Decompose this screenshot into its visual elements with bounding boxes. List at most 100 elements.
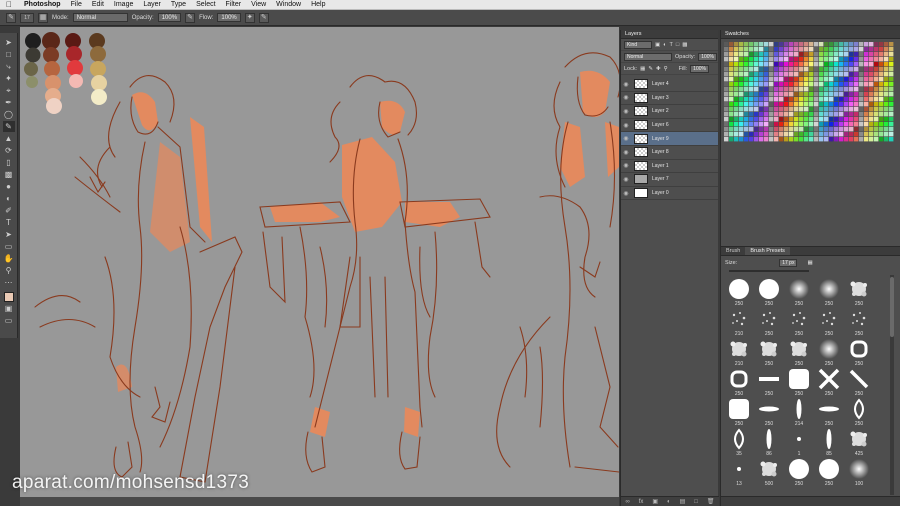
- swatch-cell[interactable]: [794, 87, 799, 92]
- swatch-cell[interactable]: [829, 92, 834, 97]
- swatch-cell[interactable]: [724, 67, 729, 72]
- swatch-cell[interactable]: [834, 77, 839, 82]
- layer-row[interactable]: ◉ Layer 3: [621, 92, 718, 106]
- history-brush-tool-icon[interactable]: ⟳: [3, 145, 15, 156]
- lock-pixels-icon[interactable]: ✎: [648, 66, 653, 72]
- swatch-cell[interactable]: [874, 42, 879, 47]
- swatch-cell[interactable]: [824, 77, 829, 82]
- swatch-cell[interactable]: [779, 97, 784, 102]
- swatch-cell[interactable]: [814, 87, 819, 92]
- swatch-cell[interactable]: [799, 42, 804, 47]
- swatch-cell[interactable]: [879, 102, 884, 107]
- swatch-cell[interactable]: [814, 102, 819, 107]
- swatch-cell[interactable]: [864, 107, 869, 112]
- swatch-cell[interactable]: [839, 42, 844, 47]
- swatch-cell[interactable]: [779, 107, 784, 112]
- swatch-cell[interactable]: [809, 122, 814, 127]
- swatch-cell[interactable]: [864, 67, 869, 72]
- swatch-cell[interactable]: [839, 117, 844, 122]
- swatch-cell[interactable]: [784, 52, 789, 57]
- swatch-cell[interactable]: [874, 117, 879, 122]
- swatch-cell[interactable]: [814, 47, 819, 52]
- swatch-cell[interactable]: [819, 47, 824, 52]
- swatch-cell[interactable]: [819, 62, 824, 67]
- swatch-cell[interactable]: [779, 117, 784, 122]
- swatch-cell[interactable]: [859, 82, 864, 87]
- swatch-cell[interactable]: [724, 72, 729, 77]
- swatch-cell[interactable]: [724, 132, 729, 137]
- swatch-cell[interactable]: [829, 117, 834, 122]
- swatch-cell[interactable]: [769, 132, 774, 137]
- swatch-cell[interactable]: [789, 97, 794, 102]
- swatch-cell[interactable]: [729, 137, 734, 142]
- link-layers-icon[interactable]: ∞: [625, 499, 629, 505]
- swatch-cell[interactable]: [819, 137, 824, 142]
- swatch-cell[interactable]: [734, 52, 739, 57]
- brush-preset[interactable]: 425: [845, 427, 873, 457]
- brush-preset[interactable]: 86: [755, 427, 783, 457]
- swatch-cell[interactable]: [724, 62, 729, 67]
- swatch-cell[interactable]: [889, 117, 894, 122]
- swatch-cell[interactable]: [864, 72, 869, 77]
- menu-layer[interactable]: Layer: [143, 1, 161, 8]
- swatch-cell[interactable]: [779, 52, 784, 57]
- swatch-cell[interactable]: [739, 107, 744, 112]
- swatch-cell[interactable]: [764, 47, 769, 52]
- swatch-cell[interactable]: [799, 112, 804, 117]
- swatch-cell[interactable]: [729, 67, 734, 72]
- swatch-cell[interactable]: [749, 102, 754, 107]
- brush-preset[interactable]: 250: [755, 337, 783, 367]
- swatch-cell[interactable]: [844, 82, 849, 87]
- swatch-cell[interactable]: [839, 132, 844, 137]
- swatch-cell[interactable]: [784, 137, 789, 142]
- swatch-cell[interactable]: [744, 92, 749, 97]
- swatch-cell[interactable]: [794, 42, 799, 47]
- swatch-cell[interactable]: [814, 117, 819, 122]
- layer-row[interactable]: ◉ Layer 4: [621, 78, 718, 92]
- swatch-cell[interactable]: [814, 122, 819, 127]
- swatch-cell[interactable]: [789, 127, 794, 132]
- swatch-cell[interactable]: [874, 92, 879, 97]
- swatch-cell[interactable]: [854, 57, 859, 62]
- swatch-cell[interactable]: [784, 97, 789, 102]
- swatch-cell[interactable]: [869, 87, 874, 92]
- swatch-cell[interactable]: [794, 82, 799, 87]
- swatch-cell[interactable]: [809, 57, 814, 62]
- swatch-cell[interactable]: [769, 52, 774, 57]
- swatch-cell[interactable]: [884, 57, 889, 62]
- swatch-cell[interactable]: [759, 117, 764, 122]
- swatch-cell[interactable]: [754, 122, 759, 127]
- swatch-cell[interactable]: [764, 52, 769, 57]
- swatch-cell[interactable]: [724, 117, 729, 122]
- swatch-cell[interactable]: [874, 137, 879, 142]
- swatch-cell[interactable]: [819, 127, 824, 132]
- swatch-cell[interactable]: [879, 137, 884, 142]
- menu-image[interactable]: Image: [114, 1, 133, 8]
- swatch-cell[interactable]: [734, 127, 739, 132]
- filter-adjust-icon[interactable]: ◐: [663, 42, 666, 48]
- swatch-cell[interactable]: [844, 92, 849, 97]
- swatch-cell[interactable]: [759, 62, 764, 67]
- swatch-cell[interactable]: [739, 67, 744, 72]
- swatch-cell[interactable]: [799, 77, 804, 82]
- swatch-cell[interactable]: [854, 52, 859, 57]
- swatch-cell[interactable]: [889, 102, 894, 107]
- brush-preset[interactable]: 250: [725, 277, 753, 307]
- layer-row[interactable]: ◉ Layer 7: [621, 173, 718, 187]
- brush-preset[interactable]: 250: [815, 457, 843, 487]
- swatch-cell[interactable]: [854, 67, 859, 72]
- swatch-cell[interactable]: [779, 47, 784, 52]
- swatch-cell[interactable]: [754, 137, 759, 142]
- swatch-cell[interactable]: [889, 72, 894, 77]
- swatch-cell[interactable]: [859, 97, 864, 102]
- swatch-cell[interactable]: [734, 62, 739, 67]
- swatch-cell[interactable]: [824, 92, 829, 97]
- swatch-cell[interactable]: [819, 52, 824, 57]
- swatch-cell[interactable]: [864, 122, 869, 127]
- swatch-cell[interactable]: [849, 57, 854, 62]
- swatch-cell[interactable]: [849, 107, 854, 112]
- menu-edit[interactable]: Edit: [92, 1, 104, 8]
- swatch-cell[interactable]: [729, 97, 734, 102]
- swatch-cell[interactable]: [784, 42, 789, 47]
- swatch-cell[interactable]: [759, 72, 764, 77]
